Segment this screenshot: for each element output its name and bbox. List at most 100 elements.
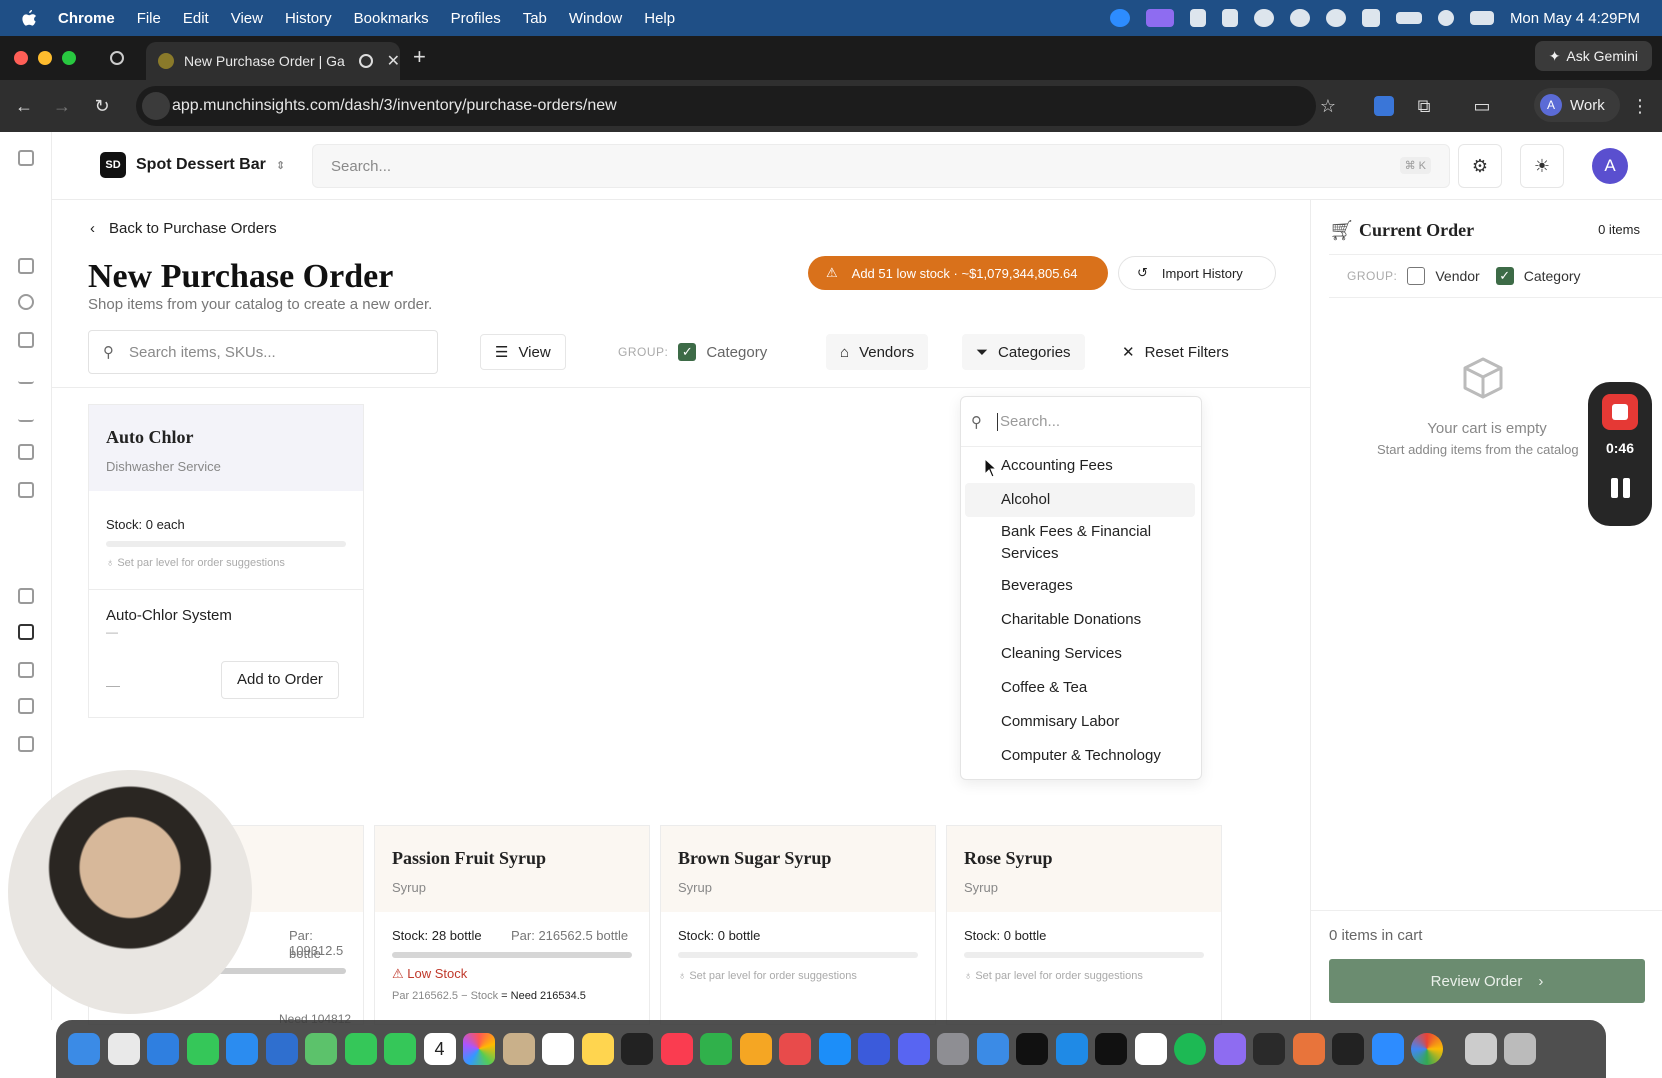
- add-low-stock-button[interactable]: ⚠ Add 51 low stock · ~$1,079,344,805.64: [808, 256, 1108, 290]
- spotlight-search-icon[interactable]: [1437, 10, 1454, 26]
- messages-icon[interactable]: [186, 1033, 219, 1065]
- contacts-icon[interactable]: [502, 1033, 535, 1065]
- category-option[interactable]: Bank Fees & Financial Services: [965, 521, 1195, 565]
- clipboard-icon[interactable]: [18, 332, 34, 348]
- vendor-checkbox[interactable]: [1407, 267, 1426, 285]
- chrome-menu-icon[interactable]: ⋮: [1630, 96, 1650, 116]
- category-option[interactable]: Commisary Labor: [965, 711, 1195, 733]
- menu-view[interactable]: View: [231, 10, 263, 27]
- record-status-icon[interactable]: [1253, 9, 1274, 27]
- pages-icon[interactable]: [739, 1033, 772, 1065]
- bookmark-star-icon[interactable]: ☆: [1318, 96, 1338, 116]
- menu-help[interactable]: Help: [644, 10, 675, 27]
- extensions-puzzle-icon[interactable]: ⧉: [1414, 96, 1434, 116]
- perplexity-icon[interactable]: [1332, 1033, 1364, 1065]
- security-icon[interactable]: [1221, 9, 1238, 27]
- chrome-icon[interactable]: [1411, 1033, 1443, 1065]
- finder-icon[interactable]: [68, 1033, 100, 1065]
- browser-tab-active[interactable]: New Purchase Order | Ga ✕: [146, 42, 400, 80]
- outlook-icon[interactable]: [265, 1033, 298, 1065]
- user-avatar[interactable]: A: [1592, 148, 1628, 184]
- forward-arrow-icon[interactable]: →: [52, 96, 72, 116]
- music-icon[interactable]: [660, 1033, 693, 1065]
- facetime-icon[interactable]: [344, 1033, 377, 1065]
- photos-icon[interactable]: [463, 1033, 495, 1065]
- menu-history[interactable]: History: [285, 10, 332, 27]
- briefcase-icon[interactable]: [18, 444, 34, 460]
- keynote-icon[interactable]: [779, 1033, 811, 1065]
- terminal-icon[interactable]: [1095, 1033, 1127, 1065]
- category-option[interactable]: Charitable Donations: [965, 609, 1195, 631]
- category-checkbox-checked[interactable]: ✓: [678, 343, 697, 361]
- category-option-highlighted[interactable]: Alcohol: [965, 483, 1195, 517]
- report-icon[interactable]: [18, 736, 34, 752]
- notes-icon[interactable]: [581, 1033, 614, 1065]
- discord-icon[interactable]: [897, 1033, 930, 1065]
- back-arrow-icon[interactable]: ←: [14, 96, 34, 116]
- menu-edit[interactable]: Edit: [183, 10, 209, 27]
- tv-icon[interactable]: [621, 1033, 653, 1065]
- categories-filter-button[interactable]: ⏷ Categories: [962, 334, 1085, 370]
- inventory-home-icon[interactable]: [18, 588, 34, 604]
- sparkle-icon[interactable]: [1289, 9, 1310, 27]
- menu-profiles[interactable]: Profiles: [451, 10, 501, 27]
- zoom-icon[interactable]: [1371, 1033, 1404, 1065]
- cart-nav-icon[interactable]: [18, 624, 34, 640]
- list-icon[interactable]: [18, 662, 34, 678]
- address-url[interactable]: app.munchinsights.com/dash/3/inventory/p…: [172, 97, 617, 115]
- sidebar-toggle-icon[interactable]: [18, 150, 34, 166]
- mic-off-icon[interactable]: [1189, 9, 1206, 27]
- downloads-folder-icon[interactable]: [1464, 1033, 1497, 1065]
- new-tab-button[interactable]: +: [413, 44, 426, 70]
- menu-window[interactable]: Window: [569, 10, 622, 27]
- tab-search-toolbar-icon[interactable]: ▭: [1472, 96, 1492, 116]
- review-order-button[interactable]: Review Order ›: [1329, 959, 1645, 1003]
- home-icon[interactable]: [18, 258, 34, 274]
- category-option[interactable]: Accounting Fees: [965, 455, 1195, 477]
- notion-icon[interactable]: [1134, 1033, 1167, 1065]
- stop-recording-button[interactable]: [1602, 394, 1638, 430]
- numbers-icon[interactable]: [700, 1033, 732, 1065]
- workspace-switcher[interactable]: SD Spot Dessert Bar ⇕: [100, 152, 285, 178]
- view-button[interactable]: ☰ View: [480, 334, 566, 370]
- item-search-input[interactable]: ⚲ Search items, SKUs...: [88, 330, 438, 374]
- menu-file[interactable]: File: [137, 10, 161, 27]
- battery-icon[interactable]: [1395, 12, 1422, 24]
- claude-icon[interactable]: [1292, 1033, 1325, 1065]
- menubar-clock[interactable]: Mon May 4 4:29PM: [1510, 10, 1640, 27]
- files-icon[interactable]: [976, 1033, 1009, 1065]
- vendors-filter-button[interactable]: ⌂ Vendors: [826, 334, 929, 370]
- truck-icon[interactable]: [18, 698, 34, 714]
- books-icon[interactable]: [858, 1033, 890, 1065]
- calendar-icon[interactable]: [18, 482, 34, 498]
- maps-icon[interactable]: [305, 1033, 337, 1065]
- theme-toggle-button[interactable]: ☀: [1520, 144, 1564, 188]
- category-search-input[interactable]: ⚲ Search...: [961, 397, 1201, 447]
- menu-bookmarks[interactable]: Bookmarks: [354, 10, 429, 27]
- menu-chrome[interactable]: Chrome: [58, 10, 115, 27]
- category-option[interactable]: Computer & Technology: [965, 745, 1195, 767]
- import-history-button[interactable]: ↺ Import History: [1118, 256, 1276, 290]
- safari-icon[interactable]: [147, 1033, 179, 1065]
- window-close-button[interactable]: [14, 51, 28, 65]
- category-checkbox[interactable]: ✓: [1495, 267, 1514, 285]
- extension-badge-icon[interactable]: [1374, 96, 1394, 116]
- reset-filters-button[interactable]: ✕ Reset Filters: [1108, 334, 1243, 370]
- trend-down-icon[interactable]: [18, 368, 34, 384]
- mail-icon[interactable]: [226, 1033, 258, 1065]
- screen-share-icon[interactable]: [1145, 9, 1174, 27]
- back-link[interactable]: ‹ Back to Purchase Orders: [90, 220, 277, 237]
- chatgpt-icon[interactable]: [1253, 1033, 1285, 1065]
- group-category-toggle[interactable]: GROUP: ✓ Category: [604, 334, 781, 370]
- reload-icon[interactable]: ↻: [92, 96, 112, 116]
- webcam-overlay[interactable]: [8, 770, 252, 1014]
- reminders-icon[interactable]: [542, 1033, 574, 1065]
- arc-icon[interactable]: [1213, 1033, 1246, 1065]
- add-to-order-button[interactable]: Add to Order: [221, 661, 339, 699]
- vscode-icon[interactable]: [1055, 1033, 1088, 1065]
- pause-recording-button[interactable]: [1608, 478, 1632, 502]
- site-info-icon[interactable]: [142, 92, 170, 120]
- calendar-app-icon[interactable]: 4: [423, 1033, 456, 1065]
- menu-tab[interactable]: Tab: [523, 10, 547, 27]
- cursor-app-icon[interactable]: [1016, 1033, 1048, 1065]
